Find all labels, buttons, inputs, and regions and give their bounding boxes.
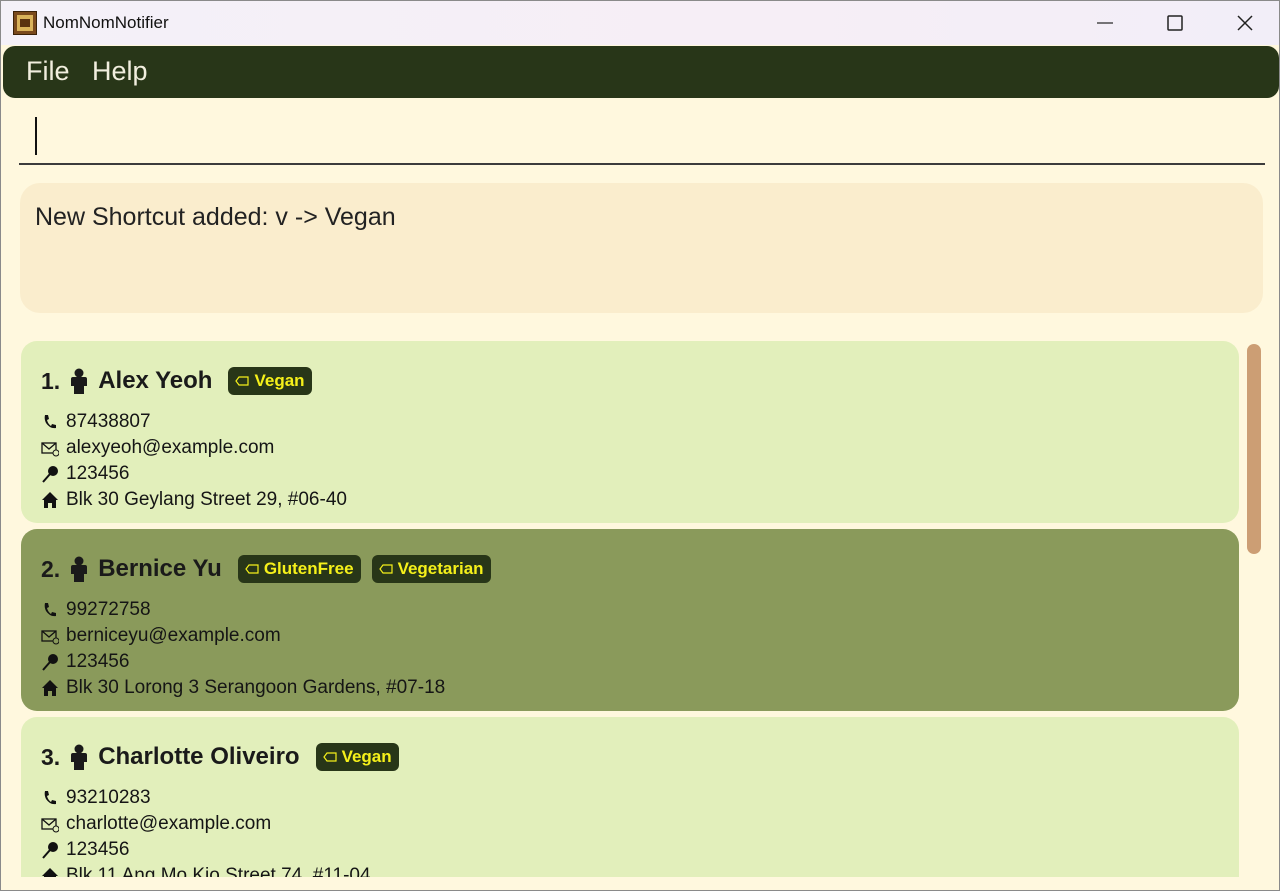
home-icon: [42, 868, 58, 877]
person-card-header: 2. Bernice Yu GlutenFree Vegetarian: [41, 551, 502, 587]
result-display: New Shortcut added: v -> Vegan: [20, 183, 1263, 313]
email-value: alexyeoh@example.com: [66, 437, 275, 458]
pin-icon: [42, 842, 58, 859]
person-index: 3.: [41, 743, 61, 770]
tag-label: GlutenFree: [263, 559, 354, 578]
maximize-icon: [1167, 15, 1183, 31]
person-card-header: 3. Charlotte Oliveiro Vegan: [41, 739, 410, 775]
postal-value: 123456: [66, 463, 130, 484]
person-card-selected[interactable]: 2. Bernice Yu GlutenFree Vegetarian 9927…: [21, 529, 1239, 711]
maximize-button[interactable]: [1140, 1, 1210, 45]
phone-field: 87438807: [41, 409, 151, 435]
address-value: Blk 30 Lorong 3 Serangoon Gardens, #07-1…: [66, 677, 446, 698]
phone-field: 93210283: [41, 785, 151, 811]
email-field: berniceyu@example.com: [41, 623, 281, 649]
tag-label: Vegetarian: [397, 559, 484, 578]
tag-icon: [245, 564, 259, 574]
tag-label: Vegan: [341, 747, 392, 766]
tag-icon: [322, 752, 337, 762]
postal-field: 123456: [41, 461, 129, 487]
menu-file[interactable]: File: [26, 56, 70, 87]
email-field: alexyeoh@example.com: [41, 435, 274, 461]
phone-value: 99272758: [66, 599, 151, 620]
postal-value: 123456: [66, 839, 130, 860]
tag-badge: Vegan: [315, 743, 399, 771]
tag-badge: Vegan: [228, 367, 312, 395]
person-index: 2.: [41, 555, 61, 582]
menu-bar: File Help: [3, 46, 1279, 98]
pin-icon: [42, 654, 58, 671]
close-icon: [1237, 15, 1253, 31]
home-icon: [42, 680, 58, 696]
person-name: Alex Yeoh: [98, 367, 213, 394]
pin-icon: [42, 466, 58, 483]
window-title: NomNomNotifier: [43, 13, 169, 32]
tag-icon: [235, 376, 250, 386]
person-icon: [71, 744, 88, 770]
postal-field: 123456: [41, 649, 129, 675]
postal-field: 123456: [41, 837, 129, 863]
tag-label: Vegan: [254, 371, 305, 390]
phone-icon: [44, 791, 56, 805]
tag-badge: GlutenFree: [237, 555, 361, 583]
person-card-header: 1. Alex Yeoh Vegan: [41, 363, 323, 399]
person-icon: [71, 556, 88, 582]
home-icon: [42, 492, 58, 508]
postal-value: 123456: [66, 651, 130, 672]
minimize-button[interactable]: [1070, 1, 1140, 45]
person-card[interactable]: 1. Alex Yeoh Vegan 87438807 alexyeoh@exa…: [21, 341, 1239, 523]
email-icon: [41, 630, 59, 645]
person-icon: [71, 368, 88, 394]
tag-icon: [378, 564, 393, 574]
command-input[interactable]: [19, 101, 1265, 165]
person-index: 1.: [41, 367, 61, 394]
close-button[interactable]: [1210, 1, 1279, 45]
title-bar[interactable]: NomNomNotifier: [1, 1, 1279, 45]
email-value: berniceyu@example.com: [66, 625, 281, 646]
app-logo-icon: [13, 11, 37, 35]
person-name: Charlotte Oliveiro: [98, 743, 300, 770]
tag-badge: Vegetarian: [371, 555, 491, 583]
phone-field: 99272758: [41, 597, 151, 623]
address-field: Blk 30 Geylang Street 29, #06-40: [41, 487, 347, 513]
phone-value: 93210283: [66, 787, 151, 808]
phone-icon: [44, 415, 56, 429]
text-caret: [35, 117, 37, 155]
phone-icon: [44, 603, 56, 617]
email-field: charlotte@example.com: [41, 811, 271, 837]
result-message: New Shortcut added: v -> Vegan: [35, 203, 396, 231]
minimize-icon: [1097, 22, 1113, 24]
person-card[interactable]: 3. Charlotte Oliveiro Vegan 93210283 cha…: [21, 717, 1239, 877]
address-field: Blk 11 Ang Mo Kio Street 74, #11-04: [41, 863, 371, 877]
email-icon: [41, 818, 59, 833]
person-list[interactable]: 1. Alex Yeoh Vegan 87438807 alexyeoh@exa…: [1, 331, 1279, 877]
address-value: Blk 30 Geylang Street 29, #06-40: [66, 489, 347, 510]
list-scrollbar-thumb[interactable]: [1247, 344, 1261, 554]
app-window: NomNomNotifier File Help New Shortcut ad…: [0, 0, 1280, 891]
phone-value: 87438807: [66, 411, 151, 432]
menu-help[interactable]: Help: [92, 56, 148, 87]
email-value: charlotte@example.com: [66, 813, 272, 834]
email-icon: [41, 442, 59, 457]
address-field: Blk 30 Lorong 3 Serangoon Gardens, #07-1…: [41, 675, 445, 701]
person-name: Bernice Yu: [98, 555, 222, 582]
address-value: Blk 11 Ang Mo Kio Street 74, #11-04: [66, 865, 371, 877]
